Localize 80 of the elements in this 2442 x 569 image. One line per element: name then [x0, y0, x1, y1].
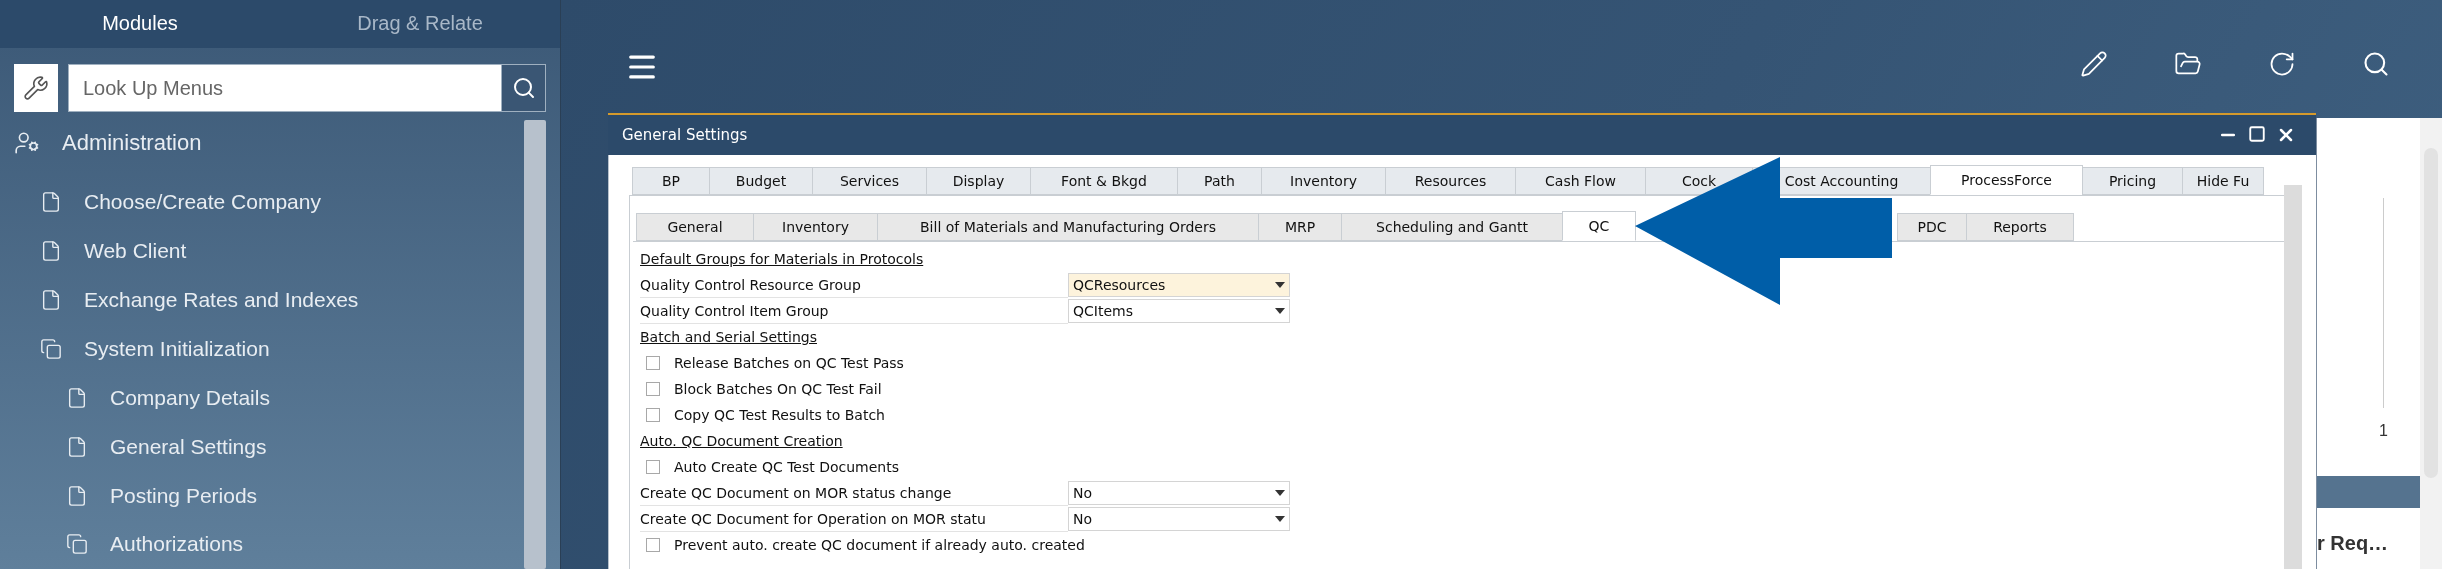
page-icon: [40, 288, 62, 311]
checkbox-label: Auto Create QC Test Documents: [674, 459, 899, 475]
scrollbar[interactable]: [524, 120, 546, 569]
checkbox-label: Block Batches On QC Test Fail: [674, 381, 882, 397]
tab[interactable]: Inventory: [1261, 167, 1386, 195]
field-label: Create QC Document on MOR status change: [640, 480, 1068, 506]
tab[interactable]: Cash Flow: [1515, 167, 1646, 195]
checkbox[interactable]: [646, 538, 660, 552]
menu-item[interactable]: Company Details: [110, 385, 270, 410]
tab[interactable]: PDC: [1897, 213, 1967, 241]
tab[interactable]: QC: [1562, 211, 1636, 241]
menu-item[interactable]: Authorizations: [110, 532, 244, 557]
page-icon: [66, 386, 88, 409]
panel-heading: r Req…: [2317, 532, 2390, 555]
tab[interactable]: Services: [812, 167, 927, 195]
search-icon[interactable]: [2362, 50, 2390, 78]
checkbox[interactable]: [646, 408, 660, 422]
sidebar-tab[interactable]: Drag & Relate: [280, 0, 560, 48]
tab[interactable]: Resources: [1385, 167, 1516, 195]
tab[interactable]: Display: [926, 167, 1031, 195]
tab[interactable]: Inventory: [753, 213, 878, 241]
checkbox-label: Release Batches on QC Test Pass: [674, 355, 904, 371]
pages-icon: [66, 533, 88, 556]
tools-button[interactable]: [14, 64, 58, 112]
page-icon: [40, 239, 62, 262]
window-title: General Settings: [622, 126, 748, 144]
tab[interactable]: Pricing: [2082, 167, 2183, 195]
user-gear-icon: [14, 129, 40, 156]
tab[interactable]: Path: [1177, 167, 1262, 195]
page-icon: [66, 484, 88, 507]
tab[interactable]: Reports: [1966, 213, 2074, 241]
field-label: Quality Control Item Group: [640, 298, 1068, 324]
sidebar-tab[interactable]: Modules: [0, 0, 280, 48]
checkbox-label: Copy QC Test Results to Batch: [674, 407, 885, 423]
menu-item[interactable]: Choose/Create Company: [84, 189, 321, 214]
section-heading: Batch and Serial Settings: [640, 329, 817, 345]
caret-icon: [1275, 490, 1285, 496]
dropdown-field[interactable]: No: [1068, 481, 1290, 505]
search-icon: [511, 76, 536, 100]
section-heading: Auto. QC Document Creation: [640, 433, 843, 449]
tab[interactable]: MRP: [1258, 213, 1342, 241]
caret-icon: [1275, 308, 1285, 314]
dropdown-field[interactable]: No: [1068, 507, 1290, 531]
tab[interactable]: Bill of Materials and Manufacturing Orders: [877, 213, 1259, 241]
tab[interactable]: General: [636, 213, 754, 241]
refresh-icon[interactable]: [2268, 50, 2296, 78]
tab[interactable]: Budget: [709, 167, 813, 195]
checkbox[interactable]: [646, 356, 660, 370]
tab[interactable]: ProcessForce: [1930, 165, 2083, 195]
caret-icon: [1275, 282, 1285, 288]
maximize-icon[interactable]: [2248, 125, 2266, 143]
dropdown-field[interactable]: QCResources: [1068, 273, 1290, 297]
menu-item[interactable]: Administration: [62, 129, 202, 156]
checkbox-label: Prevent auto. create QC document if already auto. created: [674, 537, 1085, 553]
caret-icon: [1275, 516, 1285, 522]
menu-item[interactable]: System Initialization: [84, 336, 270, 361]
dropdown-field[interactable]: QCItems: [1068, 299, 1290, 323]
tab[interactable]: Scheduling and Gantt: [1341, 213, 1563, 241]
menu-item[interactable]: Web Client: [84, 238, 187, 263]
scrollbar[interactable]: [2284, 185, 2302, 569]
section-heading: Default Groups for Materials in Protocols: [640, 251, 924, 267]
tab[interactable]: BP: [632, 167, 710, 195]
menu-item[interactable]: General Settings: [110, 434, 267, 459]
page-icon: [66, 435, 88, 458]
tab[interactable]: Font & Bkgd: [1030, 167, 1178, 195]
search-button[interactable]: [501, 64, 546, 112]
scrollbar[interactable]: [2420, 118, 2442, 569]
field-label: Quality Control Resource Group: [640, 272, 1068, 298]
pencil-icon[interactable]: [2080, 50, 2108, 78]
pages-icon: [40, 337, 62, 360]
tab[interactable]: Hide Fu: [2182, 167, 2264, 195]
wrench-icon: [23, 75, 49, 101]
checkbox[interactable]: [646, 382, 660, 396]
value-label: 1: [2379, 422, 2389, 440]
menu-item[interactable]: Posting Periods: [110, 483, 258, 508]
field-label: Create QC Document for Operation on MOR statu: [640, 506, 1068, 532]
page-icon: [40, 190, 62, 213]
menu-item[interactable]: Exchange Rates and Indexes: [84, 287, 359, 312]
search-field[interactable]: Look Up Menus: [68, 64, 501, 112]
checkbox[interactable]: [646, 460, 660, 474]
